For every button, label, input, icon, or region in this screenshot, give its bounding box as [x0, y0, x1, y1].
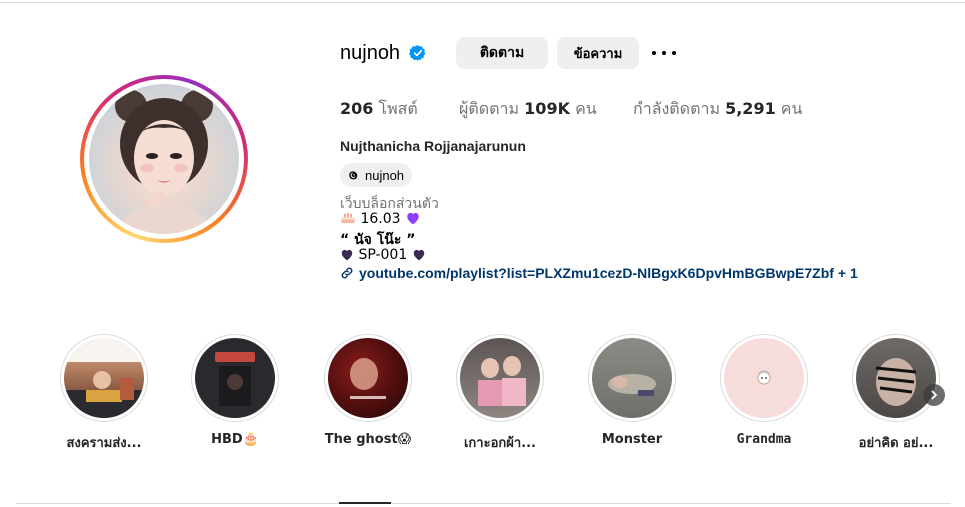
highlight-item[interactable]: Monster [587, 334, 677, 447]
following-unit: คน [780, 99, 803, 118]
highlight-label: HBD🎂 [211, 432, 259, 447]
posts-number: 206 [340, 99, 374, 118]
highlight-label: สงครามส่ง... [66, 436, 142, 451]
bio-external-link[interactable]: youtube.com/playlist?list=PLXZmu1cezD-Nl… [340, 265, 858, 281]
following-number: 5,291 [725, 99, 776, 118]
followers-number: 109K [524, 99, 570, 118]
black-heart-icon [413, 249, 424, 261]
highlight-cover [64, 338, 144, 418]
highlight-cover [856, 338, 936, 418]
link-icon [341, 267, 353, 279]
highlight-cover [724, 338, 804, 418]
posts-label: โพสต์ [378, 99, 418, 118]
active-tab-indicator [339, 502, 391, 504]
purple-heart-icon [407, 212, 419, 225]
bio-birthday-line: 16.03 [340, 211, 421, 227]
chevron-right-icon[interactable] [923, 384, 945, 406]
highlight-cover [592, 338, 672, 418]
highlight-label: Monster [601, 432, 663, 447]
tabs-divider [16, 503, 951, 504]
highlight-cover [195, 338, 275, 418]
threads-handle: nujnoh [365, 167, 405, 183]
bio-birthday-text: 16.03 [360, 211, 401, 227]
highlight-item[interactable]: สงครามส่ง... [59, 334, 149, 453]
highlight-item[interactable]: Grandma [719, 334, 809, 447]
full-name: Nujthanicha Rojjanajarunun [340, 138, 526, 154]
top-divider [0, 2, 965, 3]
highlight-label: อย่าคิด อย่... [858, 436, 934, 451]
highlight-label: The ghost😱 [324, 432, 412, 447]
follow-button[interactable]: ติดตาม [456, 37, 548, 69]
highlight-cover [328, 338, 408, 418]
birthday-cake-icon [341, 212, 355, 224]
highlight-item[interactable]: เกาะอกผ้า... [455, 334, 545, 453]
black-heart-icon [341, 249, 353, 261]
followers-link[interactable]: ผู้ติดตาม 109K คน [459, 97, 597, 122]
highlight-item[interactable]: The ghost😱 [323, 334, 413, 447]
profile-avatar[interactable] [80, 75, 248, 243]
bio-code-text: SP-001 [358, 247, 408, 263]
followers-unit: คน [575, 99, 597, 118]
highlight-cover [460, 338, 540, 418]
more-options-icon[interactable] [652, 44, 676, 62]
following-label: กำลังติดตาม [633, 99, 720, 118]
followers-label: ผู้ติดตาม [459, 99, 520, 118]
profile-username: nujnoh [340, 42, 401, 64]
posts-count: 206 โพสต์ [340, 97, 418, 122]
avatar-image [89, 84, 239, 234]
highlight-label: Grandma [736, 432, 792, 447]
bio-link-more[interactable]: + 1 [838, 265, 858, 281]
threads-badge[interactable]: nujnoh [340, 163, 413, 187]
verified-badge-icon [409, 45, 426, 61]
highlight-label: เกาะอกผ้า... [463, 436, 536, 451]
following-link[interactable]: กำลังติดตาม 5,291 คน [633, 97, 802, 122]
bio-link-text[interactable]: youtube.com/playlist?list=PLXZmu1cezD-Nl… [359, 265, 834, 281]
bio-code-line: SP-001 [340, 247, 426, 263]
highlight-item[interactable]: HBD🎂 [190, 334, 280, 447]
message-button[interactable]: ข้อความ [557, 37, 639, 69]
threads-icon [349, 171, 358, 180]
